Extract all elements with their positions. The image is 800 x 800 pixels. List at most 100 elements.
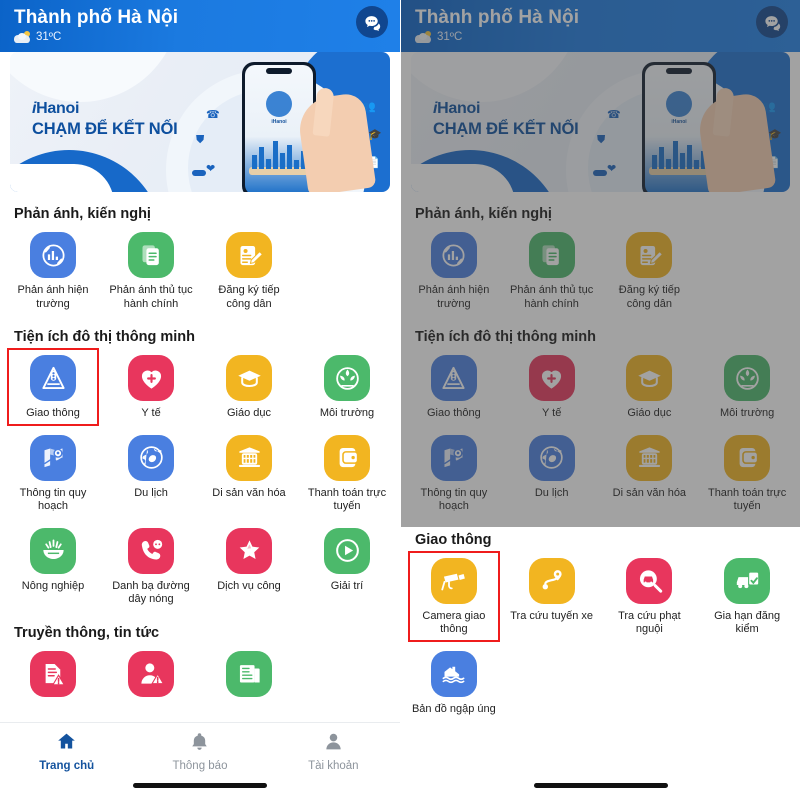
app-tile-m-i-tr-ng[interactable]: Môi trường xyxy=(298,347,396,425)
app-tile-label: Thanh toán trực tuyến xyxy=(707,486,787,513)
app-tile-danh-b-ng-d-y-n-ng[interactable]: Danh bạ đường dây nóng xyxy=(102,520,200,611)
nav-item-label: Thông báo xyxy=(172,760,228,772)
app-tile-item-2[interactable] xyxy=(200,643,298,707)
app-tile-n-ng-nghi-p[interactable]: Nông nghiệp xyxy=(4,520,102,611)
nav-item-label: Tài khoản xyxy=(308,760,359,772)
home-indicator xyxy=(133,783,267,788)
app-tile-camera-giao-th-ng[interactable]: Camera giao thông xyxy=(405,550,503,642)
app-tile-giao-th-ng[interactable]: Giao thông xyxy=(4,347,102,425)
app-tile-tra-c-u-ph-t-ngu-i[interactable]: Tra cứu phạt nguội xyxy=(601,550,699,641)
app-tile-label: Dịch vụ công xyxy=(217,579,281,592)
app-tile-y-t[interactable]: Y tế xyxy=(503,347,601,425)
app-tile-label: Thanh toán trực tuyến xyxy=(307,486,387,513)
graduation-cap-icon xyxy=(226,355,272,401)
app-tile-label: Di sản văn hóa xyxy=(612,486,687,499)
chat-button[interactable] xyxy=(356,6,388,38)
nav-item-t-i-kho-n[interactable]: Tài khoản xyxy=(267,731,400,800)
app-tile-di-s-n-v-n-h-a[interactable]: Di sản văn hóa xyxy=(601,427,699,518)
nav-item-th-ng-b-o[interactable]: Thông báo xyxy=(133,731,266,800)
bottom-navigation: Trang chủ Thông báo Tài khoản xyxy=(0,722,400,800)
phone-icon: ☎ xyxy=(206,109,220,121)
app-tile-ng-k-ti-p-c-ng-d-n[interactable]: Đăng ký tiếp công dân xyxy=(601,224,699,315)
chat-button[interactable] xyxy=(756,6,788,38)
app-tile-label: Y tế xyxy=(141,407,161,419)
app-tile-label: Môi trường xyxy=(719,407,775,419)
app-tile-label: Giáo dục xyxy=(226,407,272,419)
promo-banner[interactable]: iHanoi CHẠM ĐỂ KẾT NỐI ☎ ⛊ ❤ 👥 🎓 📄 iHano… xyxy=(411,52,790,192)
app-tile-thanh-to-n-tr-c-tuy-n[interactable]: Thanh toán trực tuyến xyxy=(698,427,796,518)
eco-globe-icon xyxy=(324,355,370,401)
app-tile-label: Giao thông xyxy=(426,407,481,419)
wallet-icon xyxy=(324,434,370,481)
cloud-sun-icon xyxy=(14,31,31,43)
nav-item-trang-ch[interactable]: Trang chủ xyxy=(0,731,133,800)
page-title: Thành phố Hà Nội xyxy=(14,7,179,28)
car-search-icon xyxy=(626,557,673,604)
app-tile-th-ng-tin-quy-ho-ch[interactable]: Thông tin quy hoạch xyxy=(4,427,102,518)
ihanoi-logo: iHanoi xyxy=(32,100,80,117)
app-tile-ph-n-nh-hi-n-tr-ng[interactable]: Phản ánh hiện trường xyxy=(405,224,503,315)
app-tile-du-l-ch[interactable]: Du lịch xyxy=(503,427,601,518)
app-tile-label: Bản đồ ngập úng xyxy=(411,702,496,715)
banner-app-label: iHanoi xyxy=(271,119,287,125)
map-pin-icon xyxy=(430,434,477,481)
app-tile-label: Danh bạ đường dây nóng xyxy=(112,579,190,606)
dual-screenshot-root: Thành phố Hà Nội 31ºC iHanoi CHẠM ĐỂ KẾT… xyxy=(0,0,800,800)
eco-globe-icon xyxy=(724,355,771,401)
form-pencil-icon xyxy=(226,232,272,278)
section-title: Tiện ích đô thị thông minh xyxy=(415,329,596,345)
icon-grid: Camera giao thông Tra cứu tuyến xe Tra cứu… xyxy=(401,550,800,721)
app-tile-gi-o-d-c[interactable]: Giáo dục xyxy=(601,347,699,425)
agriculture-icon xyxy=(30,527,76,574)
app-tile-tra-c-u-tuy-n-xe[interactable]: Tra cứu tuyến xe xyxy=(503,550,601,641)
graduation-cap-icon xyxy=(626,355,673,401)
documents-icon xyxy=(128,232,174,278)
app-tile-label: Giải trí xyxy=(330,579,364,592)
app-tile-ng-k-ti-p-c-ng-d-n[interactable]: Đăng ký tiếp công dân xyxy=(200,224,298,315)
app-tile-m-i-tr-ng[interactable]: Môi trường xyxy=(698,347,796,425)
ihanoi-logo: iHanoi xyxy=(433,100,481,117)
flood-map-icon xyxy=(430,650,477,697)
promo-banner-wrap: iHanoi CHẠM ĐỂ KẾT NỐI ☎ ⛊ ❤ 👥 🎓 📄 iHano… xyxy=(0,52,400,192)
documents-icon xyxy=(528,232,575,278)
travel-globe-icon xyxy=(128,434,174,481)
app-tile-thanh-to-n-tr-c-tuy-n[interactable]: Thanh toán trực tuyến xyxy=(298,427,396,518)
megaphone-chat-icon xyxy=(430,232,477,278)
app-tile-du-l-ch[interactable]: Du lịch xyxy=(102,427,200,518)
heart-plus-icon xyxy=(528,355,575,401)
promo-banner[interactable]: iHanoi CHẠM ĐỂ KẾT NỐI ☎ ⛊ ❤ 👥 🎓 📄 iHano… xyxy=(10,52,390,192)
app-tile-item-1[interactable] xyxy=(102,643,200,707)
app-tile-d-ch-v-c-ng[interactable]: Dịch vụ công xyxy=(200,520,298,611)
right-phone-screen: Thành phố Hà Nội 31ºC iHanoi CHẠM ĐỂ KẾT… xyxy=(400,0,800,800)
app-tile-gi-o-d-c[interactable]: Giáo dục xyxy=(200,347,298,425)
banner-text: iHanoi CHẠM ĐỂ KẾT NỐI xyxy=(32,100,178,139)
app-tile-y-t[interactable]: Y tế xyxy=(102,347,200,425)
app-tile-ph-n-nh-th-t-c-h-nh-ch-nh[interactable]: Phản ánh thủ tục hành chính xyxy=(503,224,601,315)
app-tile-gi-i-tr[interactable]: Giải trí xyxy=(298,520,396,611)
icon-grid: Giao thông Y tế Giáo dục Môi trường Thông ti… xyxy=(0,347,400,611)
app-tile-th-ng-tin-quy-ho-ch[interactable]: Thông tin quy hoạch xyxy=(405,427,503,518)
app-header: Thành phố Hà Nội 31ºC xyxy=(0,0,400,52)
promo-banner-wrap: iHanoi CHẠM ĐỂ KẾT NỐI ☎ ⛊ ❤ 👥 🎓 📄 iHano… xyxy=(401,52,800,192)
app-tile-label: Du lịch xyxy=(134,486,168,499)
map-pin-icon xyxy=(30,434,76,481)
travel-globe-icon xyxy=(528,434,575,481)
app-tile-ph-n-nh-hi-n-tr-ng[interactable]: Phản ánh hiện trường xyxy=(4,224,102,315)
heart-plus-icon: ❤ xyxy=(607,163,617,175)
app-tile-ph-n-nh-th-t-c-h-nh-ch-nh[interactable]: Phản ánh thủ tục hành chính xyxy=(102,224,200,315)
app-tile-label: Giáo dục xyxy=(627,407,672,419)
app-tile-item-0[interactable] xyxy=(4,643,102,707)
right-content: Phản ánh, kiến nghị Phản ánh hiện trường P… xyxy=(401,192,800,720)
app-tile-label: Phản ánh thủ tục hành chính xyxy=(510,284,594,310)
app-tile-di-s-n-v-n-h-a[interactable]: Di sản văn hóa xyxy=(200,427,298,518)
person-alert-icon xyxy=(128,650,174,697)
app-tile-b-n-ng-p-ng[interactable]: Bản đồ ngập úng xyxy=(405,643,503,721)
public-service-star-icon xyxy=(226,527,272,574)
app-tile-gia-h-n-ng-ki-m[interactable]: Gia hạn đăng kiểm xyxy=(698,550,796,641)
megaphone-chat-icon xyxy=(30,232,76,278)
left-content: Phản ánh, kiến nghị Phản ánh hiện trường P… xyxy=(0,192,400,707)
traffic-light-icon: ⛊ xyxy=(597,134,606,146)
app-tile-label: Camera giao thông xyxy=(422,609,486,636)
app-tile-label: Gia hạn đăng kiểm xyxy=(714,609,781,636)
app-tile-giao-th-ng[interactable]: Giao thông xyxy=(405,347,503,425)
